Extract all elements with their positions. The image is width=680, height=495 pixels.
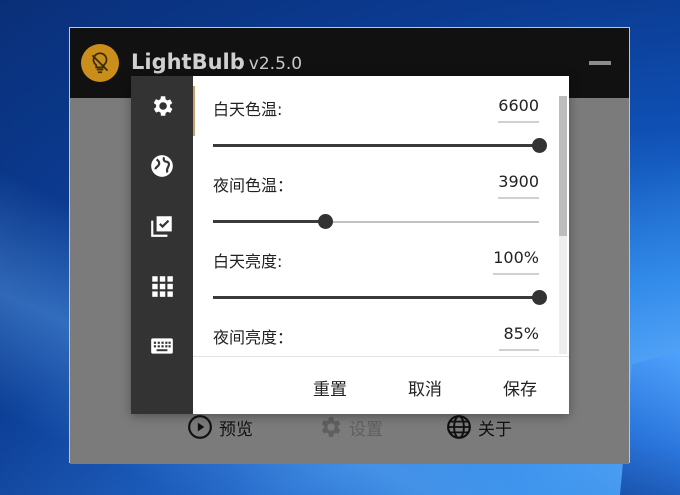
play-circle-icon	[188, 415, 212, 439]
gear-icon	[153, 96, 173, 116]
grid-apps-icon	[152, 276, 173, 297]
cancel-button[interactable]: 取消	[408, 375, 442, 400]
preview-label: 预览	[219, 419, 253, 440]
about-label: 关于	[478, 419, 512, 440]
globe-icon	[151, 155, 173, 177]
slider-fill	[213, 220, 326, 223]
slider-thumb[interactable]	[532, 138, 547, 153]
rail-app-exclusions[interactable]	[131, 196, 193, 256]
reset-button[interactable]: 重置	[313, 375, 347, 400]
rail-general-settings[interactable]	[131, 76, 195, 136]
slider-thumb[interactable]	[532, 290, 547, 305]
night-temperature-slider[interactable]	[213, 214, 539, 230]
setting-value-input[interactable]: 85%	[499, 324, 539, 351]
settings-nav-label: 设置	[349, 419, 383, 440]
settings-scrollbar[interactable]	[559, 96, 567, 354]
globe-icon	[447, 415, 471, 439]
bulb-icon	[91, 52, 109, 74]
keyboard-icon	[151, 338, 173, 354]
gear-icon	[321, 417, 341, 437]
preview-button[interactable]: 预览	[187, 414, 253, 440]
bottom-nav: 预览 设置 关于	[70, 408, 629, 448]
settings-pane: 白天色温: 6600 夜间色温： 3900 白天亮度: 100% 夜间亮度： 8…	[193, 76, 569, 356]
checklist-icon	[151, 216, 172, 237]
slider-fill	[213, 296, 539, 299]
settings-nav-button[interactable]: 设置	[317, 414, 383, 440]
app-name: LightBulb	[131, 50, 245, 74]
app-version: v2.5.0	[248, 54, 303, 74]
setting-value-input[interactable]: 100%	[493, 248, 539, 275]
rail-location-settings[interactable]	[131, 136, 193, 196]
settings-dialog: 白天色温: 6600 夜间色温： 3900 白天亮度: 100% 夜间亮度： 8…	[131, 76, 569, 414]
slider-thumb[interactable]	[318, 214, 334, 229]
setting-label: 夜间色温：	[213, 176, 294, 195]
setting-label: 白天亮度:	[213, 252, 283, 271]
dialog-actions: 重置 取消 保存	[193, 356, 569, 414]
day-temperature-slider[interactable]	[213, 138, 547, 154]
settings-category-rail	[131, 76, 195, 414]
setting-value-input[interactable]: 3900	[498, 172, 539, 199]
about-button[interactable]: 关于	[446, 414, 512, 440]
day-brightness-slider[interactable]	[213, 290, 547, 306]
scrollbar-thumb[interactable]	[559, 96, 567, 236]
app-title: LightBulb v2.5.0	[131, 50, 302, 74]
rail-advanced-settings[interactable]	[131, 256, 193, 316]
setting-label: 白天色温:	[213, 100, 283, 119]
minimize-button[interactable]	[589, 61, 611, 65]
lightbulb-logo-icon	[81, 44, 119, 82]
setting-label: 夜间亮度：	[213, 328, 294, 347]
rail-hotkey-settings[interactable]	[131, 316, 193, 376]
setting-value-input[interactable]: 6600	[498, 96, 539, 123]
slider-fill	[213, 144, 539, 147]
save-button[interactable]: 保存	[503, 375, 537, 400]
